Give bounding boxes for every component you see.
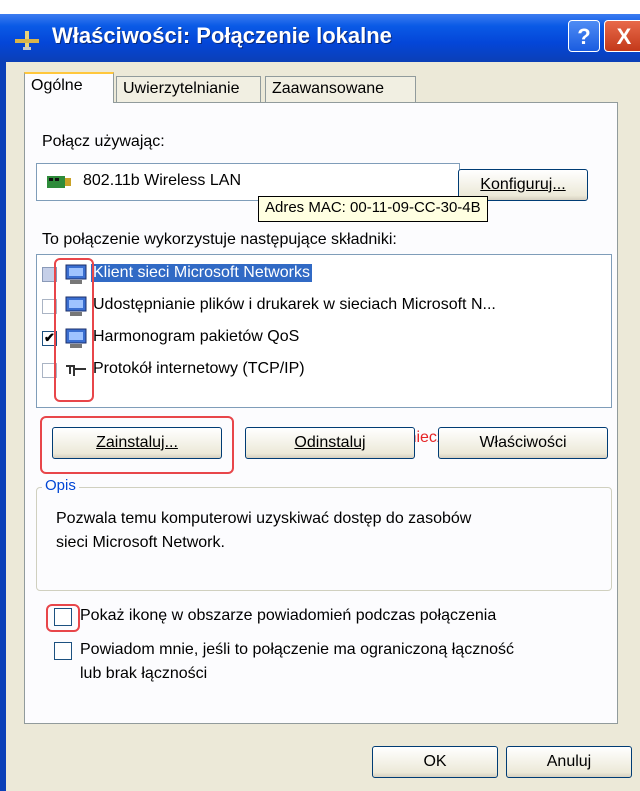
description-text-line2: sieci Microsoft Network. (56, 534, 225, 551)
notify-checkbox[interactable] (54, 642, 72, 660)
show-icon-checkbox-highlight (46, 604, 80, 632)
close-button[interactable]: X (604, 20, 640, 52)
top-strip (0, 0, 640, 14)
show-icon-label: Pokaż ikonę w obszarze powiadomień podcz… (80, 607, 497, 624)
tab-general[interactable]: Ogólne (24, 72, 114, 103)
properties-button[interactable]: Właściwości (438, 427, 608, 459)
checkbox-column-highlight (54, 258, 94, 402)
tab-advanced[interactable]: Zaawansowane (265, 76, 416, 102)
components-list[interactable]: Klient sieci Microsoft Networks Udostępn… (36, 254, 612, 408)
list-item[interactable]: ✔ Harmonogram pakietów QoS (37, 325, 611, 353)
list-item[interactable]: Udostępnianie plików i drukarek w siecia… (37, 293, 611, 321)
configure-button-label: Konfiguruj... (480, 176, 566, 193)
network-adapter-icon (47, 176, 71, 188)
component-label: Klient sieci Microsoft Networks (91, 264, 312, 282)
ok-button[interactable]: OK (372, 746, 498, 778)
help-button[interactable]: ? (568, 20, 600, 52)
component-label: Harmonogram pakietów QoS (93, 328, 300, 345)
tab-authentication[interactable]: Uwierzytelnianie (116, 76, 261, 102)
mac-address-tooltip: Adres MAC: 00-11-09-CC-30-4B (258, 196, 488, 222)
component-label: Udostępnianie plików i drukarek w siecia… (93, 296, 496, 313)
device-name: 802.11b Wireless LAN (83, 172, 241, 189)
connect-using-label: Połącz używając: (42, 133, 165, 150)
list-item[interactable]: Protokół internetowy (TCP/IP) (37, 357, 611, 385)
window-title: Właściwości: Połączenie lokalne (52, 23, 392, 48)
properties-dialog: Właściwości: Połączenie lokalne ? X Ogól… (0, 0, 640, 791)
properties-button-label: Właściwości (479, 434, 567, 451)
components-label: To połączenie wykorzystuje następujące s… (42, 231, 397, 248)
dialog-client-area: Ogólne Uwierzytelnianie Zaawansowane Poł… (6, 62, 640, 791)
notify-label-line2: lub brak łączności (80, 665, 208, 682)
component-label: Protokół internetowy (TCP/IP) (93, 360, 305, 377)
notify-label-line1: Powiadom mnie, jeśli to połączenie ma og… (80, 641, 514, 658)
title-bar[interactable]: Właściwości: Połączenie lokalne ? X (0, 14, 640, 62)
list-item[interactable]: Klient sieci Microsoft Networks (37, 261, 611, 289)
uninstall-button-label: Odinstaluj (294, 434, 366, 451)
description-text-line1: Pozwala temu komputerowi uzyskiwać dostę… (56, 510, 472, 527)
uninstall-button[interactable]: Odinstaluj (245, 427, 415, 459)
description-legend: Opis (42, 477, 79, 494)
cancel-button[interactable]: Anuluj (506, 746, 632, 778)
network-connection-icon (15, 31, 39, 50)
install-button-highlight (40, 416, 234, 474)
